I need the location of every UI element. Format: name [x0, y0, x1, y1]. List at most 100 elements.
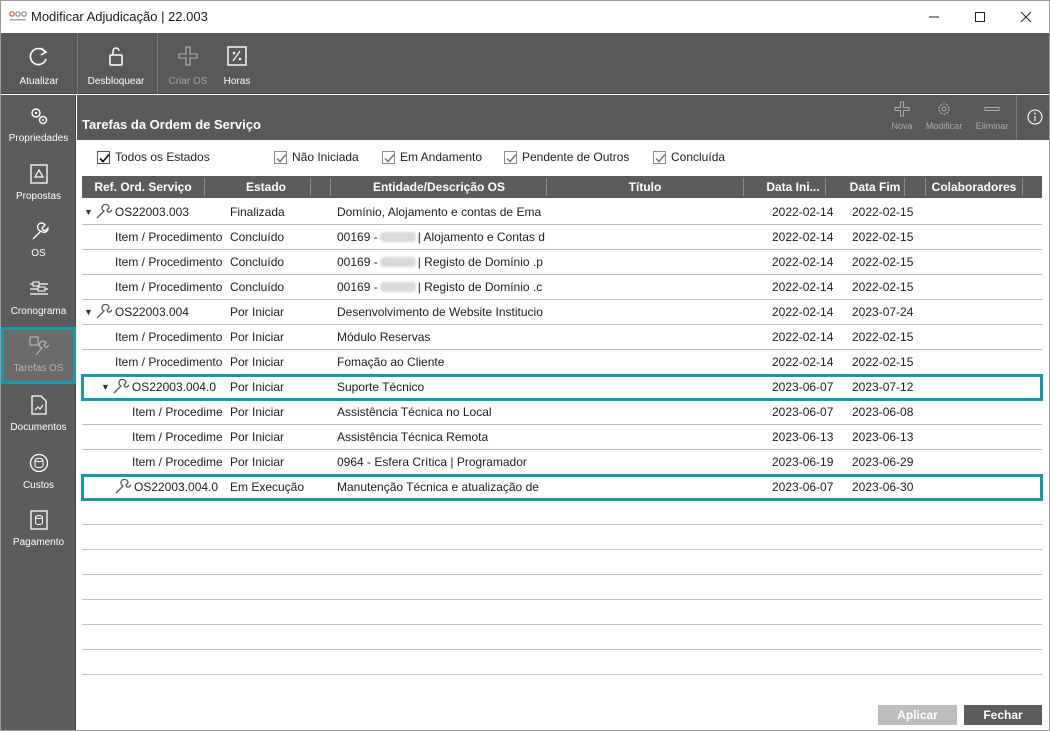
column-divider[interactable] — [904, 178, 905, 196]
table-row[interactable]: ▼ OS22003.004 Por Iniciar Desenvolviment… — [82, 300, 1042, 325]
table-row-highlighted[interactable]: ▼ OS22003.004.0 Por Iniciar Suporte Técn… — [81, 374, 1043, 401]
filter-completed[interactable]: Concluída — [653, 149, 725, 165]
description-cell: Assistência Técnica no Local — [337, 405, 492, 419]
collapse-arrow-icon[interactable]: ▼ — [84, 307, 93, 317]
status-cell: Por Iniciar — [230, 305, 285, 319]
column-header-entity[interactable]: Entidade/Descrição OS — [332, 176, 546, 198]
empty-row — [82, 525, 1042, 550]
end-date-cell: 2023-06-08 — [852, 405, 914, 419]
redacted-text — [379, 257, 416, 267]
end-date-cell: 2022-02-15 — [852, 280, 914, 294]
info-icon[interactable] — [1027, 109, 1043, 125]
table-row[interactable]: Item / Procedimento Por Iniciar Módulo R… — [82, 325, 1042, 350]
close-window-button[interactable] — [1003, 1, 1049, 33]
description-cell: Domínio, Alojamento e contas de Ema — [337, 205, 542, 219]
nav-item-properties[interactable]: Propriedades — [1, 97, 76, 153]
empty-row — [82, 625, 1042, 650]
gear-icon — [938, 103, 950, 115]
create-os-button[interactable]: Criar OS — [165, 33, 211, 93]
filter-all-states[interactable]: Todos os Estados — [97, 149, 210, 165]
description-prefix: 00169 - — [337, 255, 378, 269]
status-cell: Em Execução — [230, 480, 305, 494]
proposal-icon — [29, 164, 48, 184]
column-header-collaborators[interactable]: Colaboradores — [926, 176, 1022, 198]
table-row[interactable]: Item / Procedimento Concluído 00169 - | R… — [82, 275, 1042, 300]
main-toolbar: Atualizar Desbloquear Criar OS Horas — [1, 33, 1049, 94]
nav-item-payment[interactable]: Pagamento — [1, 501, 76, 557]
column-divider[interactable] — [825, 178, 826, 196]
nav-item-schedule[interactable]: Cronograma — [1, 270, 76, 326]
wrench-icon — [113, 379, 130, 394]
unlock-button[interactable]: Desbloquear — [85, 33, 147, 93]
table-row[interactable]: Item / Procedimento Concluído 00169 - | A… — [82, 225, 1042, 250]
new-task-button[interactable]: Nova — [887, 101, 917, 131]
table-row[interactable]: ▼ OS22003.003 Finalizada Domínio, Alojam… — [82, 200, 1042, 225]
ref-cell: Item / Procedime — [132, 430, 222, 444]
column-header-start-date[interactable]: Data Ini... — [764, 176, 822, 198]
column-divider[interactable] — [1022, 178, 1023, 196]
start-date-cell: 2023-06-19 — [772, 455, 834, 469]
checkbox-checked-icon[interactable] — [653, 150, 666, 164]
description-cell: 00169 - | Registo de Domínio .c — [337, 275, 545, 299]
nav-label: Cronograma — [10, 306, 67, 317]
checkbox-checked-icon[interactable] — [382, 150, 395, 164]
description-cell: 00169 - | Registo de Domínio .p — [337, 250, 545, 274]
maximize-button[interactable] — [957, 1, 1003, 33]
description-suffix: | Registo de Domínio .c — [417, 280, 543, 294]
ref-cell: Item / Procedimento — [115, 280, 222, 294]
column-divider[interactable] — [310, 178, 311, 196]
filter-label: Pendente de Outros — [522, 150, 630, 164]
hours-button[interactable]: Horas — [217, 33, 257, 93]
table-row[interactable]: Item / Procedimento Por Iniciar Fomação … — [82, 350, 1042, 375]
edit-task-button[interactable]: Modificar — [923, 101, 965, 131]
start-date-cell: 2022-02-14 — [772, 305, 834, 319]
nav-item-costs[interactable]: Custos — [1, 444, 76, 500]
status-cell: Finalizada — [230, 205, 285, 219]
column-header-title[interactable]: Título — [547, 176, 743, 198]
nav-item-os[interactable]: OS — [1, 212, 76, 268]
hours-label: Horas — [223, 76, 251, 87]
collapse-arrow-icon[interactable]: ▼ — [84, 207, 93, 217]
close-button[interactable]: Fechar — [964, 705, 1042, 725]
minimize-button[interactable] — [911, 1, 957, 33]
side-nav: Propriedades Propostas OS Cronograma Tar… — [1, 95, 76, 730]
table-row[interactable]: Item / Procedimento Concluído 00169 - | R… — [82, 250, 1042, 275]
checkbox-checked-icon[interactable] — [274, 150, 287, 164]
column-header-status[interactable]: Estado — [222, 176, 310, 198]
checkbox-checked-icon[interactable] — [97, 150, 110, 164]
table-row[interactable]: Item / Procedime Por Iniciar Assistência… — [82, 425, 1042, 450]
refresh-icon — [29, 47, 48, 66]
filter-in-progress[interactable]: Em Andamento — [382, 149, 482, 165]
apply-button[interactable]: Aplicar — [878, 705, 957, 725]
unlock-icon — [109, 47, 123, 66]
column-header-ref[interactable]: Ref. Ord. Serviço — [82, 176, 204, 198]
plus-icon — [894, 101, 910, 117]
filter-pending-others[interactable]: Pendente de Outros — [504, 149, 629, 165]
collapse-arrow-icon[interactable]: ▼ — [101, 382, 110, 392]
description-cell: Fomação ao Cliente — [337, 355, 445, 369]
column-divider[interactable] — [330, 178, 331, 196]
table-row-highlighted[interactable]: OS22003.004.0 Em Execução Manutenção Téc… — [81, 474, 1043, 501]
column-divider[interactable] — [204, 178, 205, 196]
filter-not-started[interactable]: Não Iniciada — [274, 149, 359, 165]
delete-task-button[interactable]: Eliminar — [973, 101, 1011, 131]
table-row[interactable]: Item / Procedime Por Iniciar Assistência… — [82, 400, 1042, 425]
ref-cell: Item / Procedimento — [115, 355, 222, 369]
checkbox-checked-icon[interactable] — [504, 150, 517, 164]
description-prefix: 00169 - — [337, 280, 378, 294]
app-logo-icon — [9, 11, 27, 21]
description-suffix: | Alojamento e Contas d — [417, 230, 545, 244]
refresh-button[interactable]: Atualizar — [9, 33, 69, 93]
column-divider[interactable] — [743, 178, 744, 196]
nav-item-proposals[interactable]: Propostas — [1, 155, 76, 211]
create-os-label: Criar OS — [168, 76, 208, 87]
filter-label: Concluída — [671, 150, 726, 164]
window: Modificar Adjudicação | 22.003 Atualizar… — [0, 0, 1050, 731]
nav-item-documents[interactable]: Documentos — [1, 386, 76, 442]
wrench-icon — [96, 304, 113, 319]
panel-divider — [1016, 95, 1017, 140]
column-header-end-date[interactable]: Data Fim — [846, 176, 904, 198]
nav-item-os-tasks[interactable]: Tarefas OS — [1, 327, 76, 384]
start-date-cell: 2022-02-14 — [772, 330, 834, 344]
table-row[interactable]: Item / Procedime Por Iniciar 0964 - Esfe… — [82, 450, 1042, 475]
